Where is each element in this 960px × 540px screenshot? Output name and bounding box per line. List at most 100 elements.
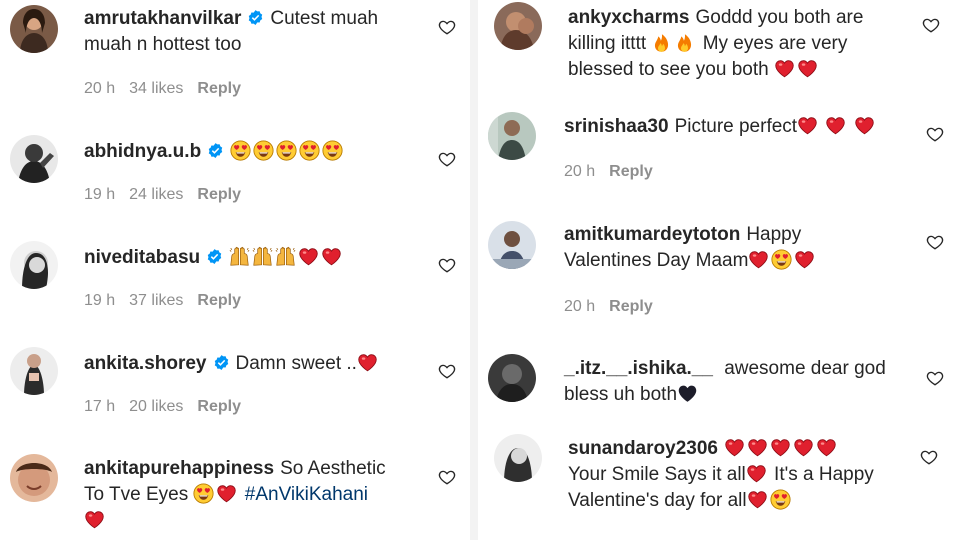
reply-button[interactable]: Reply [609, 163, 653, 180]
comment-likes[interactable]: 20 likes [129, 398, 183, 415]
comment-body: Cutest muah [270, 8, 379, 29]
comment-item: niveditabasu 19 h 37 likes Reply [0, 212, 470, 318]
heart-outline-icon[interactable] [926, 369, 944, 387]
comment-username[interactable]: amrutakhanvilkar [84, 8, 241, 29]
comment-body: It's a Happy [774, 464, 874, 485]
comment-item: ankita.shorey Damn sweet .. 17 h 20 likes R… [0, 318, 470, 424]
red-heart-emoji-icon [357, 352, 378, 373]
comment-time: 17 h [84, 398, 116, 415]
fire-emoji-icon [674, 32, 695, 53]
avatar[interactable] [488, 354, 536, 402]
red-heart-emoji-icon [825, 115, 846, 136]
comment-username[interactable]: ankita.shorey [84, 353, 207, 374]
red-heart-emoji-icon [793, 437, 814, 458]
hashtag-link[interactable]: #AnVikiKahani [245, 484, 368, 505]
avatar[interactable] [488, 221, 536, 269]
comment-likes[interactable]: 24 likes [129, 186, 183, 203]
comment-username[interactable]: srinishaa30 [564, 116, 669, 137]
avatar[interactable] [488, 112, 536, 160]
comment-username[interactable]: abhidnya.u.b [84, 141, 201, 162]
heart-outline-icon[interactable] [438, 18, 456, 36]
comment-text: amrutakhanvilkar Cutest muah muah n hotte… [84, 6, 414, 58]
heart-outline-icon[interactable] [926, 125, 944, 143]
reply-button[interactable]: Reply [197, 292, 241, 309]
heart-outline-icon[interactable] [922, 16, 940, 34]
comment-meta: 20 h Reply [564, 298, 667, 316]
heart-eyes-emoji-icon [230, 140, 251, 161]
avatar[interactable] [10, 5, 58, 53]
comment-body: Valentine's day for all [568, 490, 747, 511]
heart-outline-icon[interactable] [438, 150, 456, 168]
raised-hands-emoji-icon [275, 246, 296, 267]
red-heart-emoji-icon [770, 437, 791, 458]
reply-button[interactable]: Reply [609, 298, 653, 315]
comment-body: To Tve Eyes [84, 484, 189, 505]
comment-item: sunandaroy2306 Your Smile Says it all It… [478, 430, 960, 540]
comment-username[interactable]: ankyxcharms [568, 7, 689, 28]
heart-eyes-emoji-icon [771, 249, 792, 270]
heart-outline-icon[interactable] [438, 362, 456, 380]
red-heart-emoji-icon [816, 437, 837, 458]
red-heart-emoji-icon [747, 437, 768, 458]
comment-text: ankyxcharms Goddd you both are killing it… [568, 5, 908, 83]
comments-column-right: ankyxcharms Goddd you both are killing it… [478, 0, 960, 540]
comment-body: Happy [746, 224, 802, 245]
heart-outline-icon[interactable] [926, 233, 944, 251]
comment-time: 20 h [84, 80, 116, 97]
red-heart-emoji-icon [298, 246, 319, 267]
red-heart-emoji-icon [321, 246, 342, 267]
comment-text: niveditabasu [84, 245, 414, 271]
verified-badge-icon [213, 354, 230, 371]
comment-username[interactable]: amitkumardeytoton [564, 224, 740, 245]
comment-username[interactable]: ankitapurehappiness [84, 458, 274, 479]
avatar[interactable] [494, 434, 542, 482]
black-heart-emoji-icon [677, 383, 698, 404]
comment-username[interactable]: sunandaroy2306 [568, 438, 718, 459]
comment-body: Picture perfect [674, 116, 798, 137]
heart-eyes-emoji-icon [253, 140, 274, 161]
comment-body: muah n hottest too [84, 34, 242, 55]
red-heart-emoji-icon [797, 115, 818, 136]
comment-item: amrutakhanvilkar Cutest muah muah n hotte… [0, 0, 470, 106]
comment-text: sunandaroy2306 Your Smile Says it all It… [568, 436, 908, 514]
comment-time: 19 h [84, 186, 116, 203]
verified-badge-icon [247, 9, 264, 26]
comment-item: srinishaa30 Picture perfect 20 h Reply [478, 100, 960, 210]
comment-body: Damn sweet .. [235, 353, 357, 374]
red-heart-emoji-icon [794, 249, 815, 270]
comment-body: Your Smile Says it all [568, 464, 746, 485]
heart-eyes-emoji-icon [299, 140, 320, 161]
reply-button[interactable]: Reply [197, 80, 241, 97]
comment-likes[interactable]: 34 likes [129, 80, 183, 97]
column-divider [470, 0, 478, 540]
heart-eyes-emoji-icon [770, 489, 791, 510]
comment-likes[interactable]: 37 likes [129, 292, 183, 309]
comment-username[interactable]: niveditabasu [84, 247, 200, 268]
comment-text: ankita.shorey Damn sweet .. [84, 351, 414, 377]
comment-time: 19 h [84, 292, 116, 309]
comment-meta: 19 h 37 likes Reply [84, 292, 255, 310]
comment-item: amitkumardeytoton Happy Valentines Day Ma… [478, 210, 960, 342]
heart-outline-icon[interactable] [920, 448, 938, 466]
comment-text: abhidnya.u.b [84, 139, 414, 165]
avatar[interactable] [494, 2, 542, 50]
raised-hands-emoji-icon [252, 246, 273, 267]
comment-body: killing itttt [568, 33, 647, 54]
red-heart-emoji-icon [746, 463, 767, 484]
comment-item: _.itz.__.ishika.__ awesome dear god bles… [478, 342, 960, 430]
avatar[interactable] [10, 135, 58, 183]
comment-body: My eyes are very [702, 33, 848, 54]
avatar[interactable] [10, 347, 58, 395]
comment-body: bless uh both [564, 384, 678, 405]
heart-eyes-emoji-icon [322, 140, 343, 161]
avatar[interactable] [10, 241, 58, 289]
reply-button[interactable]: Reply [197, 186, 241, 203]
red-heart-emoji-icon [216, 483, 237, 504]
comment-time: 20 h [564, 298, 596, 315]
heart-outline-icon[interactable] [438, 468, 456, 486]
reply-button[interactable]: Reply [197, 398, 241, 415]
comment-username[interactable]: _.itz.__.ishika.__ [564, 358, 713, 379]
heart-outline-icon[interactable] [438, 256, 456, 274]
red-heart-emoji-icon [747, 489, 768, 510]
avatar[interactable] [10, 454, 58, 502]
